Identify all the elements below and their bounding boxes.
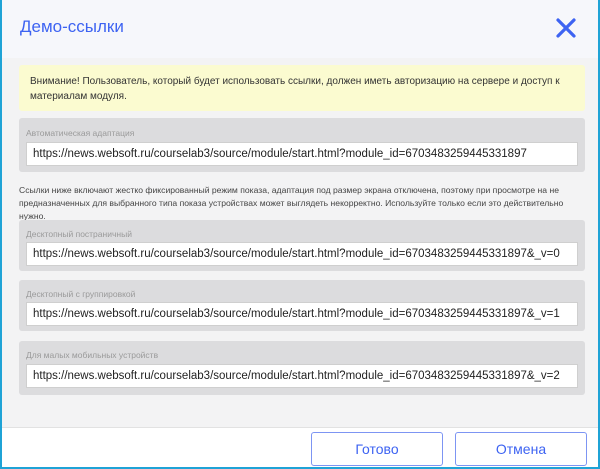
done-button[interactable]: Готово xyxy=(311,432,443,466)
close-icon[interactable] xyxy=(554,16,578,40)
desktop-grouped-label: Десктопный с группировкой xyxy=(26,289,136,299)
dialog-header: Демо-ссылки xyxy=(2,0,598,58)
auto-adaptation-panel: Автоматическая адаптация xyxy=(19,118,585,172)
demo-links-dialog: Демо-ссылки Внимание! Пользователь, кото… xyxy=(2,0,598,467)
desktop-paged-label: Десктопный постраничный xyxy=(26,229,132,239)
auto-adaptation-label: Автоматическая адаптация xyxy=(26,128,135,138)
desktop-paged-panel: Десктопный постраничный xyxy=(19,220,585,271)
desktop-grouped-url-field[interactable] xyxy=(26,302,578,326)
small-mobile-label: Для малых мобильных устройств xyxy=(26,350,159,360)
dialog-title: Демо-ссылки xyxy=(20,17,124,36)
warning-message: Внимание! Пользователь, который будет ис… xyxy=(19,65,585,111)
fixed-mode-note: Ссылки ниже включают жестко фиксированны… xyxy=(19,185,564,221)
desktop-paged-url-field[interactable] xyxy=(26,242,578,266)
dialog-footer: Готово Отмена xyxy=(2,427,598,467)
small-mobile-url-field[interactable] xyxy=(26,364,578,388)
cancel-button[interactable]: Отмена xyxy=(455,432,587,466)
desktop-grouped-panel: Десктопный с группировкой xyxy=(19,280,585,331)
small-mobile-panel: Для малых мобильных устройств xyxy=(19,341,585,395)
auto-adaptation-url-field[interactable] xyxy=(26,142,578,166)
